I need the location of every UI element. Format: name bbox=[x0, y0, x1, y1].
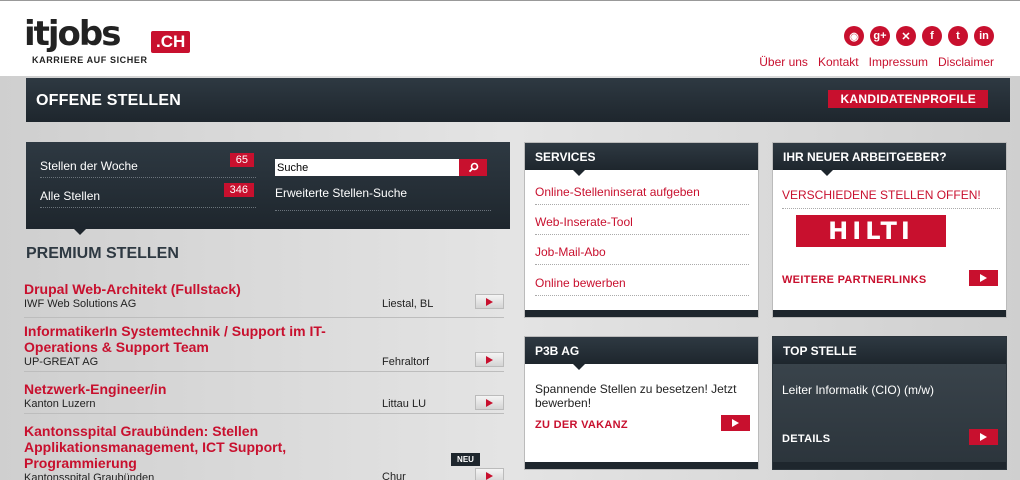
p3b-vacancy-link[interactable]: ZU DER VAKANZ bbox=[535, 419, 628, 431]
job-item[interactable]: Drupal Web-Architekt (Fullstack) IWF Web… bbox=[24, 281, 504, 318]
top-stelle-text[interactable]: Leiter Informatik (CIO) (m/w) bbox=[782, 383, 934, 397]
services-box: SERVICES Online-Stelleninserat aufgeben … bbox=[524, 142, 759, 318]
job-location: Fehraltorf bbox=[382, 356, 430, 368]
play-arrow-icon bbox=[486, 471, 493, 480]
box-footer bbox=[773, 462, 1006, 469]
search-button[interactable] bbox=[459, 159, 487, 176]
nav-disclaimer[interactable]: Disclaimer bbox=[938, 55, 994, 69]
stellen-der-woche-row[interactable]: Stellen der Woche 65 bbox=[40, 150, 256, 178]
box-footer bbox=[773, 310, 1006, 317]
box-pointer bbox=[573, 364, 585, 370]
twitter-icon[interactable]: t bbox=[948, 26, 968, 46]
social-links: ◉ g+ ✕ f t in bbox=[844, 26, 994, 46]
site-header: itjobs .CH KARRIERE AUF SICHER ◉ g+ ✕ f … bbox=[0, 0, 1020, 76]
job-location: Chur bbox=[382, 471, 406, 480]
job-company: Kantonsspital Graubünden bbox=[24, 472, 155, 480]
job-title[interactable]: Drupal Web-Architekt (Fullstack) bbox=[24, 281, 334, 297]
job-arrow-button[interactable] bbox=[475, 468, 504, 480]
job-title[interactable]: Netzwerk-Engineer/in bbox=[24, 381, 334, 397]
job-arrow-button[interactable] bbox=[475, 395, 504, 410]
nav-kontakt[interactable]: Kontakt bbox=[818, 55, 859, 69]
page-title-bar: OFFENE STELLEN KANDIDATENPROFILE bbox=[26, 78, 1010, 122]
services-title-text: SERVICES bbox=[535, 150, 596, 164]
linkedin-icon[interactable]: in bbox=[974, 26, 994, 46]
search-panel: Stellen der Woche 65 Alle Stellen 346 Er… bbox=[26, 142, 510, 235]
logo-tagline: KARRIERE AUF SICHER bbox=[32, 55, 148, 65]
alle-stellen-row[interactable]: Alle Stellen 346 bbox=[40, 180, 256, 208]
hilti-logo[interactable]: HILTI bbox=[796, 215, 946, 247]
job-company: UP-GREAT AG bbox=[24, 356, 99, 368]
top-stelle-title: TOP STELLE bbox=[773, 337, 1006, 364]
service-link[interactable]: Job-Mail-Abo bbox=[535, 235, 749, 265]
itjobs-logo[interactable]: itjobs .CH KARRIERE AUF SICHER bbox=[24, 15, 204, 67]
kandidatenprofile-button[interactable]: KANDIDATENPROFILE bbox=[828, 90, 988, 108]
play-arrow-icon bbox=[980, 433, 987, 441]
play-arrow-icon bbox=[980, 274, 987, 282]
job-title[interactable]: InformatikerIn Systemtechnik / Support i… bbox=[24, 323, 334, 355]
p3b-title-text: P3B AG bbox=[535, 344, 580, 358]
advanced-search-link[interactable]: Erweiterte Stellen-Suche bbox=[275, 186, 491, 211]
logo-text: itjobs bbox=[24, 14, 121, 54]
employer-title: IHR NEUER ARBEITGEBER? bbox=[773, 143, 1006, 176]
top-stelle-arrow-button[interactable] bbox=[969, 429, 998, 445]
top-stelle-title-text: TOP STELLE bbox=[783, 344, 857, 358]
play-arrow-icon bbox=[486, 297, 493, 306]
box-footer bbox=[525, 462, 758, 469]
services-title: SERVICES bbox=[525, 143, 758, 176]
alle-stellen-count: 346 bbox=[223, 183, 254, 197]
service-link[interactable]: Web-Inserate-Tool bbox=[535, 205, 749, 235]
job-location: Liestal, BL bbox=[382, 298, 434, 310]
nav-uber-uns[interactable]: Über uns bbox=[759, 55, 808, 69]
page-title: OFFENE STELLEN bbox=[36, 92, 182, 109]
rss-icon[interactable]: ◉ bbox=[844, 26, 864, 46]
premium-heading: PREMIUM STELLEN bbox=[26, 245, 179, 262]
service-link[interactable]: Online bewerben bbox=[535, 266, 749, 296]
alle-stellen-label: Alle Stellen bbox=[40, 189, 101, 203]
new-badge: NEU bbox=[451, 453, 480, 466]
job-item[interactable]: Kantonsspital Graubünden: Stellen Applik… bbox=[24, 423, 504, 480]
stellen-der-woche-count: 65 bbox=[229, 153, 254, 167]
job-item[interactable]: Netzwerk-Engineer/in Kanton Luzern Litta… bbox=[24, 381, 504, 414]
employer-box: IHR NEUER ARBEITGEBER? VERSCHIEDENE STEL… bbox=[772, 142, 1007, 318]
search-input[interactable] bbox=[275, 159, 459, 176]
xing-icon[interactable]: ✕ bbox=[896, 26, 916, 46]
nav-impressum[interactable]: Impressum bbox=[869, 55, 928, 69]
play-arrow-icon bbox=[486, 355, 493, 364]
job-title[interactable]: Kantonsspital Graubünden: Stellen Applik… bbox=[24, 423, 334, 471]
box-footer bbox=[525, 310, 758, 317]
service-link[interactable]: Online-Stelleninserat aufgeben bbox=[535, 175, 749, 205]
logo-suffix: .CH bbox=[151, 31, 191, 53]
job-item[interactable]: InformatikerIn Systemtechnik / Support i… bbox=[24, 323, 504, 372]
job-company: Kanton Luzern bbox=[24, 398, 96, 410]
top-stelle-details-link[interactable]: DETAILS bbox=[782, 433, 830, 445]
partner-links[interactable]: WEITERE PARTNERLINKS bbox=[782, 274, 927, 286]
p3b-text: Spannende Stellen zu besetzen! Jetzt bew… bbox=[535, 382, 737, 410]
p3b-title: P3B AG bbox=[525, 337, 758, 370]
stellen-der-woche-label: Stellen der Woche bbox=[40, 159, 138, 173]
job-location: Littau LU bbox=[382, 398, 427, 410]
top-stelle-box: TOP STELLE Leiter Informatik (CIO) (m/w)… bbox=[772, 336, 1007, 470]
employer-headline-link[interactable]: VERSCHIEDENE STELLEN OFFEN! bbox=[782, 188, 1000, 209]
search-icon bbox=[468, 162, 478, 173]
google-plus-icon[interactable]: g+ bbox=[870, 26, 890, 46]
panel-pointer bbox=[74, 229, 86, 235]
play-arrow-icon bbox=[486, 398, 493, 407]
partner-arrow-button[interactable] bbox=[969, 270, 998, 286]
play-arrow-icon bbox=[732, 419, 739, 427]
box-pointer bbox=[821, 170, 833, 176]
p3b-arrow-button[interactable] bbox=[721, 415, 750, 431]
job-arrow-button[interactable] bbox=[475, 294, 504, 309]
p3b-box: P3B AG Spannende Stellen zu besetzen! Je… bbox=[524, 336, 759, 470]
facebook-icon[interactable]: f bbox=[922, 26, 942, 46]
top-nav: Über uns Kontakt Impressum Disclaimer bbox=[759, 55, 994, 69]
employer-title-text: IHR NEUER ARBEITGEBER? bbox=[783, 150, 947, 164]
job-arrow-button[interactable] bbox=[475, 352, 504, 367]
